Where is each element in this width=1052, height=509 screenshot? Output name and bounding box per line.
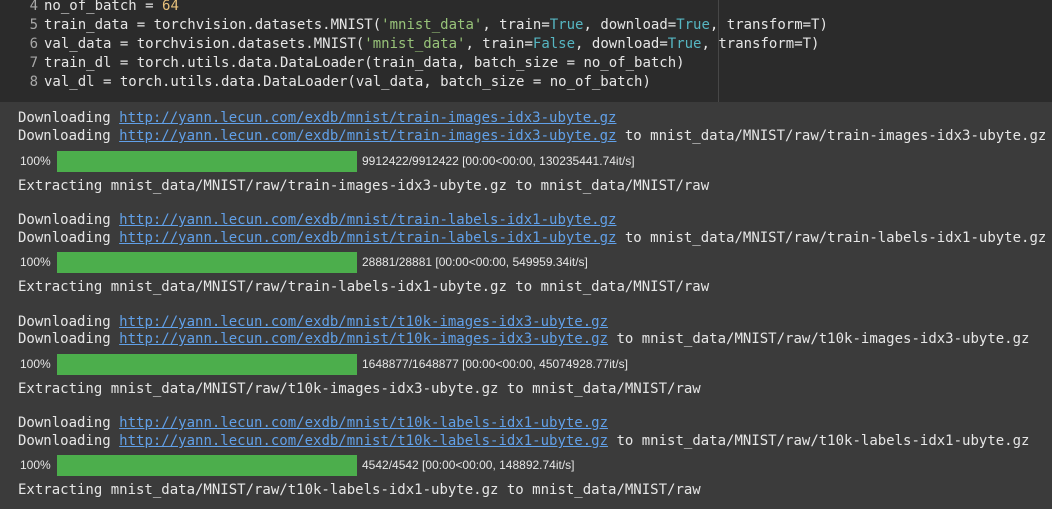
code-line[interactable]: 5 train_data = torchvision.datasets.MNIST… [0,16,828,35]
code-text: val_data = torchvision.datasets.MNIST( [44,36,365,52]
downloading-label: Downloading [18,110,120,126]
code-text: val_dl = torch.utils.data.DataLoader(val… [44,74,651,90]
download-link[interactable]: http://yann.lecun.com/exdb/mnist/t10k-im… [119,314,608,330]
code-text: , train= [482,17,550,33]
progress-fill [57,252,357,273]
code-number: 64 [162,0,179,14]
code-line[interactable]: 4 no_of_batch = 64 [0,0,179,16]
progress-stats: 1648877/1648877 [00:00<00:00, 45074928.7… [362,357,628,371]
extract-line: Extracting mnist_data/MNIST/raw/t10k-lab… [18,481,701,499]
download-destination: to mnist_data/MNIST/raw/t10k-labels-idx1… [608,433,1030,449]
progress-percent: 100% [20,255,51,269]
download-line: Downloading http://yann.lecun.com/exdb/m… [18,211,616,229]
progress-bar [57,455,357,476]
downloading-label: Downloading [18,331,120,347]
progress-stats: 4542/4542 [00:00<00:00, 148892.74it/s] [362,458,575,472]
download-link[interactable]: http://yann.lecun.com/exdb/mnist/train-l… [119,230,616,246]
extract-path: mnist_data/MNIST/raw/train-images-idx3-u… [110,178,710,194]
code-string: 'mnist_data' [364,36,466,52]
line-number: 5 [29,17,38,33]
code-text: , train= [465,36,533,52]
extract-line: Extracting mnist_data/MNIST/raw/train-la… [18,278,709,296]
download-line: Downloading http://yann.lecun.com/exdb/m… [18,330,1029,348]
download-line: Downloading http://yann.lecun.com/exdb/m… [18,313,608,331]
cell-output: Downloading http://yann.lecun.com/exdb/m… [0,102,1052,509]
downloading-label: Downloading [18,212,120,228]
download-line: Downloading http://yann.lecun.com/exdb/m… [18,109,616,127]
code-line[interactable]: 8 val_dl = torch.utils.data.DataLoader(va… [0,73,651,92]
code-text: train_data = torchvision.datasets.MNIST( [44,17,382,33]
progress-bar [57,252,357,273]
code-text: train_dl = torch.utils.data.DataLoader(t… [44,55,685,71]
line-number: 7 [29,55,38,71]
downloading-label: Downloading [18,415,120,431]
code-cell[interactable]: 4 no_of_batch = 64 5 train_data = torchvis… [0,0,1052,102]
code-line[interactable]: 6 val_data = torchvision.datasets.MNIST('… [0,35,820,54]
download-link[interactable]: http://yann.lecun.com/exdb/mnist/train-i… [119,110,616,126]
download-link[interactable]: http://yann.lecun.com/exdb/mnist/train-i… [119,128,616,144]
code-text: , download= [575,36,668,52]
download-line: Downloading http://yann.lecun.com/exdb/m… [18,127,1046,145]
download-line: Downloading http://yann.lecun.com/exdb/m… [18,414,608,432]
progress-percent: 100% [20,357,51,371]
download-link[interactable]: http://yann.lecun.com/exdb/mnist/t10k-im… [119,331,608,347]
download-destination: to mnist_data/MNIST/raw/train-images-idx… [616,128,1047,144]
progress-bar [57,354,357,375]
extract-path: mnist_data/MNIST/raw/t10k-images-idx3-ub… [110,381,701,397]
extract-line: Extracting mnist_data/MNIST/raw/t10k-ima… [18,380,701,398]
progress-stats: 9912422/9912422 [00:00<00:00, 130235441.… [362,154,635,168]
extracting-label: Extracting [18,482,111,498]
downloading-label: Downloading [18,433,120,449]
progress-fill [57,354,357,375]
code-keyword: True [676,17,710,33]
download-line: Downloading http://yann.lecun.com/exdb/m… [18,229,1046,247]
progress-percent: 100% [20,458,51,472]
download-link[interactable]: http://yann.lecun.com/exdb/mnist/train-l… [119,212,616,228]
code-keyword: False [532,36,576,52]
extracting-label: Extracting [18,178,111,194]
line-number: 6 [29,36,38,52]
progress-bar [57,151,357,172]
progress-percent: 100% [20,154,51,168]
downloading-label: Downloading [18,128,120,144]
downloading-label: Downloading [18,230,120,246]
extract-path: mnist_data/MNIST/raw/t10k-labels-idx1-ub… [110,482,701,498]
code-keyword: True [549,17,584,33]
code-string: 'mnist_data' [381,17,483,33]
extracting-label: Extracting [18,381,111,397]
progress-fill [57,151,357,172]
line-number: 8 [29,74,38,90]
download-link[interactable]: http://yann.lecun.com/exdb/mnist/t10k-la… [119,415,608,431]
line-number: 4 [29,0,38,14]
code-text: , transform=T) [709,17,828,33]
code-text: no_of_batch = [44,0,163,14]
extract-line: Extracting mnist_data/MNIST/raw/train-im… [18,177,709,195]
extracting-label: Extracting [18,279,111,295]
code-text: , transform=T) [701,36,820,52]
code-text: , download= [583,17,677,33]
progress-fill [57,455,357,476]
progress-stats: 28881/28881 [00:00<00:00, 549959.34it/s] [362,255,588,269]
download-link[interactable]: http://yann.lecun.com/exdb/mnist/t10k-la… [119,433,608,449]
code-line[interactable]: 7 train_dl = torch.utils.data.DataLoader(… [0,54,685,73]
download-destination: to mnist_data/MNIST/raw/train-labels-idx… [616,230,1047,246]
downloading-label: Downloading [18,314,120,330]
download-destination: to mnist_data/MNIST/raw/t10k-images-idx3… [608,331,1030,347]
download-line: Downloading http://yann.lecun.com/exdb/m… [18,432,1029,450]
extract-path: mnist_data/MNIST/raw/train-labels-idx1-u… [110,279,710,295]
code-keyword: True [667,36,702,52]
